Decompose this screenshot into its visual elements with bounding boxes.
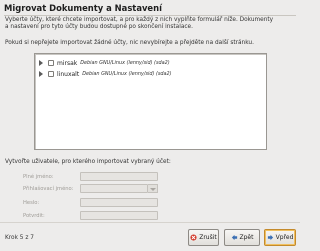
arrow-left-icon — [231, 234, 237, 241]
page-title: Migrovat Dokumenty a Nastavení — [4, 3, 162, 13]
intro-line-2: a nastavení pro tyto účty budou dostupné… — [5, 24, 193, 31]
expand-arrow-icon[interactable] — [39, 60, 44, 66]
account-name: linuxalt — [57, 70, 80, 78]
login-dropdown-button[interactable] — [148, 184, 158, 193]
skip-hint: Pokud si nepřejete importovat žádné účty… — [5, 40, 254, 46]
back-label: Zpět — [239, 234, 254, 241]
assign-label: Vytvořte uživatele, pro kterého importov… — [5, 159, 171, 165]
account-os: Debian GNU/Linux (lenny/sid) (sda2) — [82, 71, 172, 77]
step-indicator: Krok 5 z 7 — [5, 235, 34, 241]
account-row[interactable]: linuxalt Debian GNU/Linux (lenny/sid) (s… — [39, 69, 172, 79]
arrow-right-icon — [267, 234, 273, 241]
password-label: Heslo: — [23, 200, 40, 206]
next-label: Vpřed — [275, 234, 294, 241]
full-name-field[interactable] — [80, 172, 158, 181]
confirm-password-label: Potvrdit: — [23, 213, 45, 219]
back-button[interactable]: Zpět — [224, 229, 260, 246]
account-row[interactable]: mirsak Debian GNU/Linux (lenny/sid) (sda… — [39, 58, 170, 68]
cancel-label: Zrušit — [199, 234, 217, 241]
account-name: mirsak — [57, 59, 78, 67]
account-checkbox[interactable] — [48, 60, 54, 66]
login-combo-field[interactable] — [80, 184, 148, 193]
login-label: Přihlašovací jméno: — [23, 186, 74, 192]
intro-text: Vyberte účty, které chcete importovat, a… — [5, 17, 295, 32]
expand-arrow-icon[interactable] — [39, 71, 44, 77]
account-checkbox[interactable] — [48, 71, 54, 77]
account-os: Debian GNU/Linux (lenny/sid) (sda2) — [80, 60, 170, 66]
full-name-label: Plné jméno: — [23, 174, 54, 180]
accounts-list[interactable]: mirsak Debian GNU/Linux (lenny/sid) (sda… — [34, 53, 267, 150]
cancel-button[interactable]: Zrušit — [188, 229, 219, 246]
next-button[interactable]: Vpřed — [264, 229, 296, 246]
footer-divider — [0, 222, 300, 223]
cancel-icon — [190, 234, 197, 241]
title-divider — [4, 15, 296, 16]
chevron-down-icon — [150, 188, 156, 191]
confirm-password-field[interactable] — [80, 211, 158, 220]
password-field[interactable] — [80, 198, 158, 207]
